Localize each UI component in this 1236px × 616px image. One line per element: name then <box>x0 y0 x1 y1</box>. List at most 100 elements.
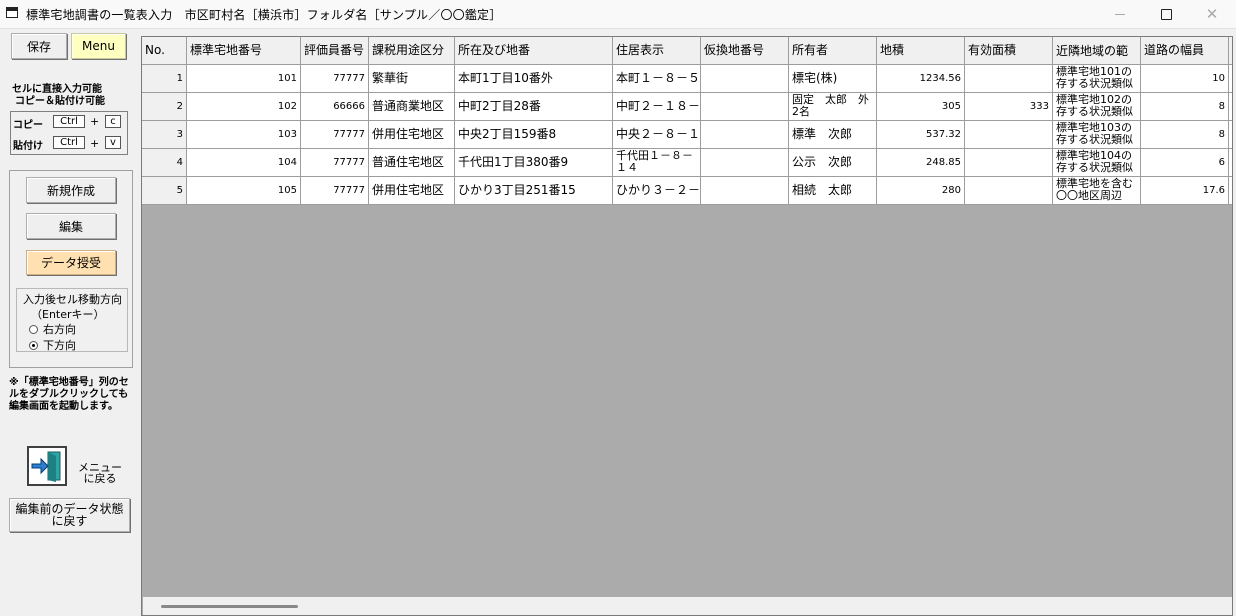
appraiser-no-cell[interactable]: 77777 <box>301 149 369 177</box>
effective-area-cell[interactable] <box>965 177 1053 205</box>
col-owner-header[interactable]: 所有者 <box>789 37 877 65</box>
tax-use-cell[interactable]: 併用住宅地区 <box>369 177 455 205</box>
standard-lot-no-cell[interactable]: 101 <box>187 65 301 93</box>
col-road-width-header[interactable]: 道路の幅員 <box>1141 37 1229 65</box>
radio-right[interactable]: 右方向 <box>29 321 76 337</box>
radio-down[interactable]: 下方向 <box>29 337 76 353</box>
area-cell[interactable]: 280 <box>877 177 965 205</box>
menu-button[interactable]: Menu <box>71 33 126 59</box>
col-standard-lot-no-header[interactable]: 標準宅地番号 <box>187 37 301 65</box>
neighborhood-cell[interactable]: 標準宅地101の存する状況類似 <box>1053 65 1141 93</box>
appraiser-no-cell[interactable]: 77777 <box>301 177 369 205</box>
data-grid[interactable]: No. 標準宅地番号 評価員番号 課税用途区分 所在及び地番 住居表示 仮換地番号 所有者 地積… <box>141 36 1233 616</box>
new-button[interactable]: 新規作成 <box>26 177 116 203</box>
col-overflow-header[interactable]: ! <box>1229 37 1232 65</box>
table-row[interactable]: 4 104 77777 普通住宅地区 千代田1丁目380番9 千代田１－８－１４ 公示 次郎… <box>142 149 1232 177</box>
table-row[interactable]: 1 101 77777 繁華街 本町1丁目10番外 本町１－８－５ 標宅(株) 1234.56… <box>142 65 1232 93</box>
overflow-cell[interactable] <box>1229 177 1232 205</box>
location-cell[interactable]: 中町2丁目28番 <box>455 93 613 121</box>
exit-label[interactable]: メニュー に戻る <box>78 462 122 484</box>
neighborhood-cell[interactable]: 標準宅地104の存する状況類似 <box>1053 149 1141 177</box>
overflow-cell[interactable] <box>1229 121 1232 149</box>
exit-door-icon[interactable] <box>27 446 67 486</box>
area-cell[interactable]: 248.85 <box>877 149 965 177</box>
row-no[interactable]: 2 <box>142 93 187 121</box>
area-cell[interactable]: 537.32 <box>877 121 965 149</box>
tax-use-cell[interactable]: 繁華街 <box>369 65 455 93</box>
col-temp-lot-header[interactable]: 仮換地番号 <box>701 37 789 65</box>
road-width-cell[interactable]: 8 <box>1141 121 1229 149</box>
road-width-cell[interactable]: 8 <box>1141 93 1229 121</box>
edit-button[interactable]: 編集 <box>26 213 116 239</box>
horizontal-scrollbar[interactable] <box>143 597 1232 615</box>
owner-cell[interactable]: 公示 次郎 <box>789 149 877 177</box>
area-cell[interactable]: 305 <box>877 93 965 121</box>
road-width-cell[interactable]: 6 <box>1141 149 1229 177</box>
appraiser-no-cell[interactable]: 77777 <box>301 121 369 149</box>
effective-area-cell[interactable] <box>965 149 1053 177</box>
overflow-cell[interactable] <box>1229 149 1232 177</box>
road-width-cell[interactable]: 10 <box>1141 65 1229 93</box>
radio-right-indicator[interactable] <box>29 324 38 334</box>
table-row[interactable]: 510577777併用住宅地区ひかり3丁目251番15ひかり３－２－５ 相続 太郎… <box>142 177 1232 205</box>
col-area-header[interactable]: 地積 <box>877 37 965 65</box>
address-cell[interactable]: 本町１－８－５ <box>613 65 701 93</box>
appraiser-no-cell[interactable]: 77777 <box>301 65 369 93</box>
standard-lot-no-cell[interactable]: 105 <box>187 177 301 205</box>
save-button[interactable]: 保存 <box>11 33 67 59</box>
restore-button[interactable]: 編集前のデータ状態 に戻す <box>9 498 130 532</box>
standard-lot-no-cell[interactable]: 103 <box>187 121 301 149</box>
standard-lot-no-cell[interactable]: 102 <box>187 93 301 121</box>
area-cell[interactable]: 1234.56 <box>877 65 965 93</box>
close-button[interactable]: ✕ <box>1189 0 1235 28</box>
location-cell[interactable]: 本町1丁目10番外 <box>455 65 613 93</box>
neighborhood-cell[interactable]: 標準宅地102の存する状況類似 <box>1053 93 1141 121</box>
address-cell[interactable]: ひかり３－２－５ <box>613 177 701 205</box>
col-neighborhood-header[interactable]: 近隣地域の範囲 <box>1053 37 1141 65</box>
row-no[interactable]: 1 <box>142 65 187 93</box>
radio-down-indicator[interactable] <box>29 340 38 350</box>
temp-lot-cell[interactable] <box>701 177 789 205</box>
address-cell[interactable]: 中央２－８－１１ <box>613 121 701 149</box>
temp-lot-cell[interactable] <box>701 121 789 149</box>
tax-use-cell[interactable]: 普通商業地区 <box>369 93 455 121</box>
effective-area-cell[interactable]: 333 <box>965 93 1053 121</box>
location-cell[interactable]: 千代田1丁目380番9 <box>455 149 613 177</box>
owner-cell[interactable]: 固定 太郎 外2名 <box>789 93 877 121</box>
horizontal-scroll-thumb[interactable] <box>161 605 298 608</box>
col-effective-area-header[interactable]: 有効面積 <box>965 37 1053 65</box>
table-row[interactable]: 310377777併用住宅地区中央2丁目159番8中央２－８－１１ 標準 次郎53… <box>142 121 1232 149</box>
owner-cell[interactable]: 標準 次郎 <box>789 121 877 149</box>
standard-lot-no-cell[interactable]: 104 <box>187 149 301 177</box>
effective-area-cell[interactable] <box>965 121 1053 149</box>
location-cell[interactable]: ひかり3丁目251番15 <box>455 177 613 205</box>
address-cell[interactable]: 千代田１－８－１４ <box>613 149 701 177</box>
location-cell[interactable]: 中央2丁目159番8 <box>455 121 613 149</box>
minimize-button[interactable] <box>1097 0 1143 28</box>
maximize-button[interactable] <box>1143 0 1189 28</box>
owner-cell[interactable]: 標宅(株) <box>789 65 877 93</box>
tax-use-cell[interactable]: 普通住宅地区 <box>369 149 455 177</box>
table-row[interactable]: 210266666普通商業地区中町2丁目28番中町２－１８－６ 固定 太郎 外2名… <box>142 93 1232 121</box>
neighborhood-cell[interactable]: 標準宅地103の存する状況類似 <box>1053 121 1141 149</box>
col-address-header[interactable]: 住居表示 <box>613 37 701 65</box>
col-tax-use-header[interactable]: 課税用途区分 <box>369 37 455 65</box>
col-no-header[interactable]: No. <box>142 37 187 65</box>
appraiser-no-cell[interactable]: 66666 <box>301 93 369 121</box>
overflow-cell[interactable]: ! <box>1229 65 1232 93</box>
data-exchange-button[interactable]: データ授受 <box>26 250 116 275</box>
effective-area-cell[interactable] <box>965 65 1053 93</box>
temp-lot-cell[interactable] <box>701 65 789 93</box>
temp-lot-cell[interactable] <box>701 93 789 121</box>
address-cell[interactable]: 中町２－１８－６ <box>613 93 701 121</box>
overflow-cell[interactable] <box>1229 93 1232 121</box>
temp-lot-cell[interactable] <box>701 149 789 177</box>
neighborhood-cell[interactable]: 標準宅地を含む〇〇地区周辺 <box>1053 177 1141 205</box>
col-appraiser-no-header[interactable]: 評価員番号 <box>301 37 369 65</box>
row-no[interactable]: 3 <box>142 121 187 149</box>
owner-cell[interactable]: 相続 太郎 <box>789 177 877 205</box>
row-no[interactable]: 5 <box>142 177 187 205</box>
row-no[interactable]: 4 <box>142 149 187 177</box>
road-width-cell[interactable]: 17.6 <box>1141 177 1229 205</box>
col-location-header[interactable]: 所在及び地番 <box>455 37 613 65</box>
